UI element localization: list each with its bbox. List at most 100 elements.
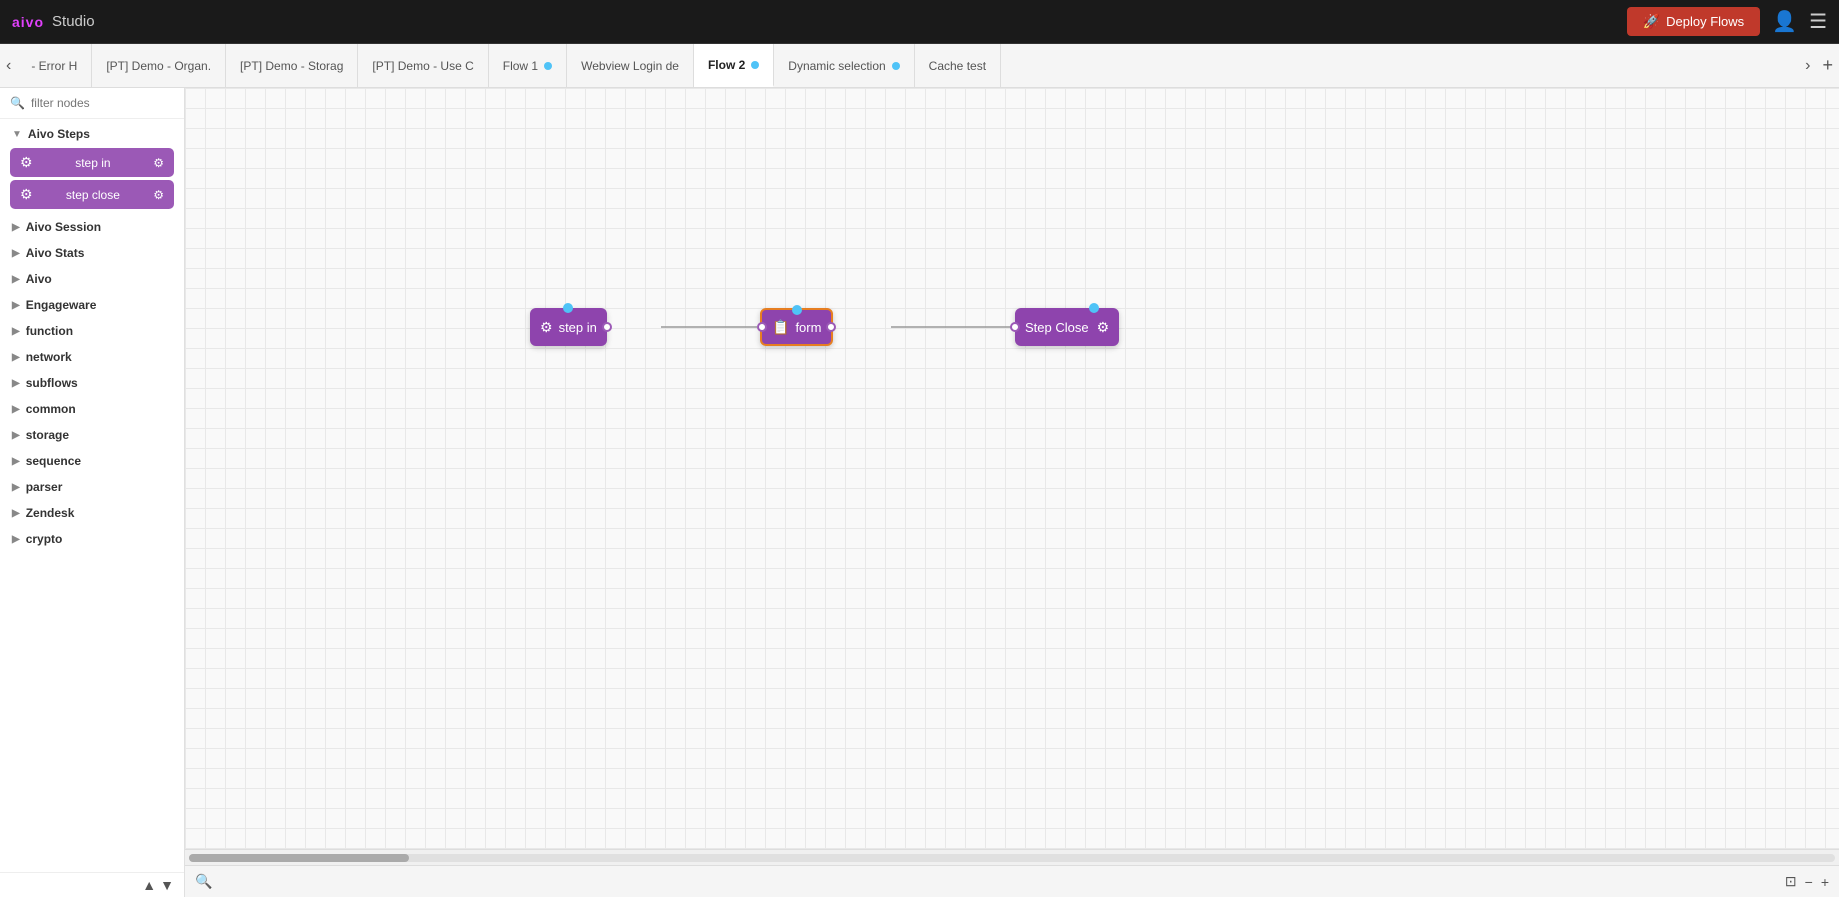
- tabs-next-button[interactable]: ›: [1799, 57, 1816, 75]
- sidebar-section-parser[interactable]: ▶parser: [0, 472, 184, 498]
- search-canvas-button[interactable]: 🔍: [195, 873, 212, 890]
- sidebar-section-crypto[interactable]: ▶ crypto: [0, 524, 184, 550]
- section-label: common: [26, 402, 76, 416]
- fit-view-button[interactable]: ⊡: [1785, 873, 1797, 890]
- tab-[pt]-demo---storag[interactable]: [PT] Demo - Storag: [226, 44, 358, 87]
- tab-unsaved-dot: [892, 62, 900, 70]
- node-block-icon-right: ⚙: [153, 156, 164, 170]
- tab-dynamic-selection[interactable]: Dynamic selection: [774, 44, 914, 87]
- sidebar-section-aivo-steps[interactable]: ▼Aivo Steps: [0, 119, 184, 145]
- chevron-icon: ▶: [12, 456, 20, 467]
- tabs-prev-button[interactable]: ‹: [0, 57, 17, 75]
- form-node-label: form: [795, 320, 821, 335]
- sidebar: 🔍 ▼Aivo Steps⚙step in⚙⚙step close⚙▶Aivo …: [0, 88, 185, 897]
- form-port-right[interactable]: [826, 322, 836, 332]
- filter-nodes-input[interactable]: [31, 96, 185, 110]
- step-close-port-left[interactable]: [1010, 322, 1020, 332]
- tabs-add-button[interactable]: +: [1816, 55, 1839, 76]
- main-area: 🔍 ▼Aivo Steps⚙step in⚙⚙step close⚙▶Aivo …: [0, 88, 1839, 897]
- chevron-icon: ▶: [12, 274, 20, 285]
- tab-unsaved-dot: [544, 62, 552, 70]
- zoom-out-button[interactable]: −: [1805, 874, 1813, 890]
- section-label: Zendesk: [26, 506, 75, 520]
- chevron-icon: ▶: [12, 352, 20, 363]
- sidebar-node-step-in[interactable]: ⚙step in⚙: [10, 148, 174, 177]
- top-bar: aivo Studio 🚀 Deploy Flows 👤 ☰: [0, 0, 1839, 44]
- chevron-icon: ▼: [12, 129, 22, 140]
- zoom-in-button[interactable]: +: [1821, 874, 1829, 890]
- chevron-icon: ▶: [12, 508, 20, 519]
- sidebar-search-area: 🔍: [0, 88, 184, 119]
- sidebar-section-function[interactable]: ▶function: [0, 316, 184, 342]
- sidebar-section-engageware[interactable]: ▶Engageware: [0, 290, 184, 316]
- bottom-left-controls: 🔍: [195, 873, 212, 890]
- flow-canvas[interactable]: ⚙ step in 📋 form Step Close ⚙: [185, 88, 1839, 849]
- chevron-icon: ▶: [12, 378, 20, 389]
- menu-icon[interactable]: ☰: [1809, 9, 1827, 34]
- hscroll-track[interactable]: [189, 854, 1835, 862]
- section-label: crypto: [26, 532, 63, 546]
- chevron-icon: ▶: [12, 482, 20, 493]
- sidebar-section-aivo[interactable]: ▶Aivo: [0, 264, 184, 290]
- form-port-left[interactable]: [757, 322, 767, 332]
- step-close-port-top[interactable]: [1089, 303, 1099, 313]
- sidebar-section-subflows[interactable]: ▶ subflows: [0, 368, 184, 394]
- canvas-wrap: ⚙ step in 📋 form Step Close ⚙: [185, 88, 1839, 897]
- search-icon: 🔍: [10, 96, 25, 110]
- section-label: subflows: [26, 376, 78, 390]
- step-in-node-icon: ⚙: [540, 319, 553, 336]
- chevron-icon: ▶: [12, 404, 20, 415]
- step-in-port-top[interactable]: [563, 303, 573, 313]
- scroll-down-button[interactable]: ▼: [160, 877, 174, 893]
- tab-[pt]-demo---use-c[interactable]: [PT] Demo - Use C: [358, 44, 488, 87]
- tabs-bar: ‹ - Error H [PT] Demo - Organ. [PT] Demo -…: [0, 44, 1839, 88]
- tab-label: [PT] Demo - Organ.: [106, 59, 211, 73]
- tab-webview-login-de[interactable]: Webview Login de: [567, 44, 694, 87]
- node-block-icon: ⚙: [20, 186, 33, 203]
- form-node-icon: 📋: [772, 319, 789, 336]
- tab-label: [PT] Demo - Use C: [372, 59, 473, 73]
- tab-label: [PT] Demo - Storag: [240, 59, 343, 73]
- sidebar-section-sequence[interactable]: ▶ sequence: [0, 446, 184, 472]
- app-logo: aivo: [12, 14, 44, 30]
- sidebar-section-common[interactable]: ▶ common: [0, 394, 184, 420]
- sidebar-section-aivo-session[interactable]: ▶Aivo Session: [0, 212, 184, 238]
- hscroll-thumb[interactable]: [189, 854, 409, 862]
- node-block-label: step in: [75, 156, 110, 170]
- deploy-icon: 🚀: [1643, 13, 1660, 30]
- form-port-top[interactable]: [792, 305, 802, 315]
- section-label: network: [26, 350, 72, 364]
- node-step-in[interactable]: ⚙ step in: [530, 308, 607, 346]
- tab-label: Flow 2: [708, 58, 745, 72]
- section-label: sequence: [26, 454, 81, 468]
- tab---error-h[interactable]: - Error H: [17, 44, 92, 87]
- tab-label: Cache test: [929, 59, 986, 73]
- step-close-node-icon: ⚙: [1097, 319, 1110, 336]
- sidebar-section-storage[interactable]: ▶storage: [0, 420, 184, 446]
- sidebar-section-zendesk[interactable]: ▶ Zendesk: [0, 498, 184, 524]
- topbar-left: aivo Studio: [12, 13, 95, 30]
- canvas-hscroll[interactable]: [185, 849, 1839, 865]
- scroll-up-button[interactable]: ▲: [142, 877, 156, 893]
- node-form[interactable]: 📋 form: [760, 308, 833, 346]
- tab-[pt]-demo---organ.[interactable]: [PT] Demo - Organ.: [92, 44, 226, 87]
- node-step-close[interactable]: Step Close ⚙: [1015, 308, 1119, 346]
- tab-flow-2[interactable]: Flow 2: [694, 44, 774, 87]
- step-in-port-right[interactable]: [602, 322, 612, 332]
- sidebar-section-network[interactable]: ▶ network: [0, 342, 184, 368]
- sidebar-scroll: ▼Aivo Steps⚙step in⚙⚙step close⚙▶Aivo Se…: [0, 119, 184, 872]
- chevron-icon: ▶: [12, 300, 20, 311]
- node-block-icon-right: ⚙: [153, 188, 164, 202]
- chevron-icon: ▶: [12, 534, 20, 545]
- tab-label: Flow 1: [503, 59, 538, 73]
- tab-flow-1[interactable]: Flow 1: [489, 44, 567, 87]
- step-in-node-label: step in: [559, 320, 597, 335]
- user-icon[interactable]: 👤: [1772, 9, 1797, 34]
- section-label: function: [26, 324, 73, 338]
- sidebar-section-aivo-stats[interactable]: ▶Aivo Stats: [0, 238, 184, 264]
- chevron-icon: ▶: [12, 430, 20, 441]
- deploy-flows-button[interactable]: 🚀 Deploy Flows: [1627, 7, 1760, 36]
- sidebar-node-step-close[interactable]: ⚙step close⚙: [10, 180, 174, 209]
- tab-cache-test[interactable]: Cache test: [915, 44, 1001, 87]
- tabs-scroll: - Error H [PT] Demo - Organ. [PT] Demo - S…: [17, 44, 1799, 87]
